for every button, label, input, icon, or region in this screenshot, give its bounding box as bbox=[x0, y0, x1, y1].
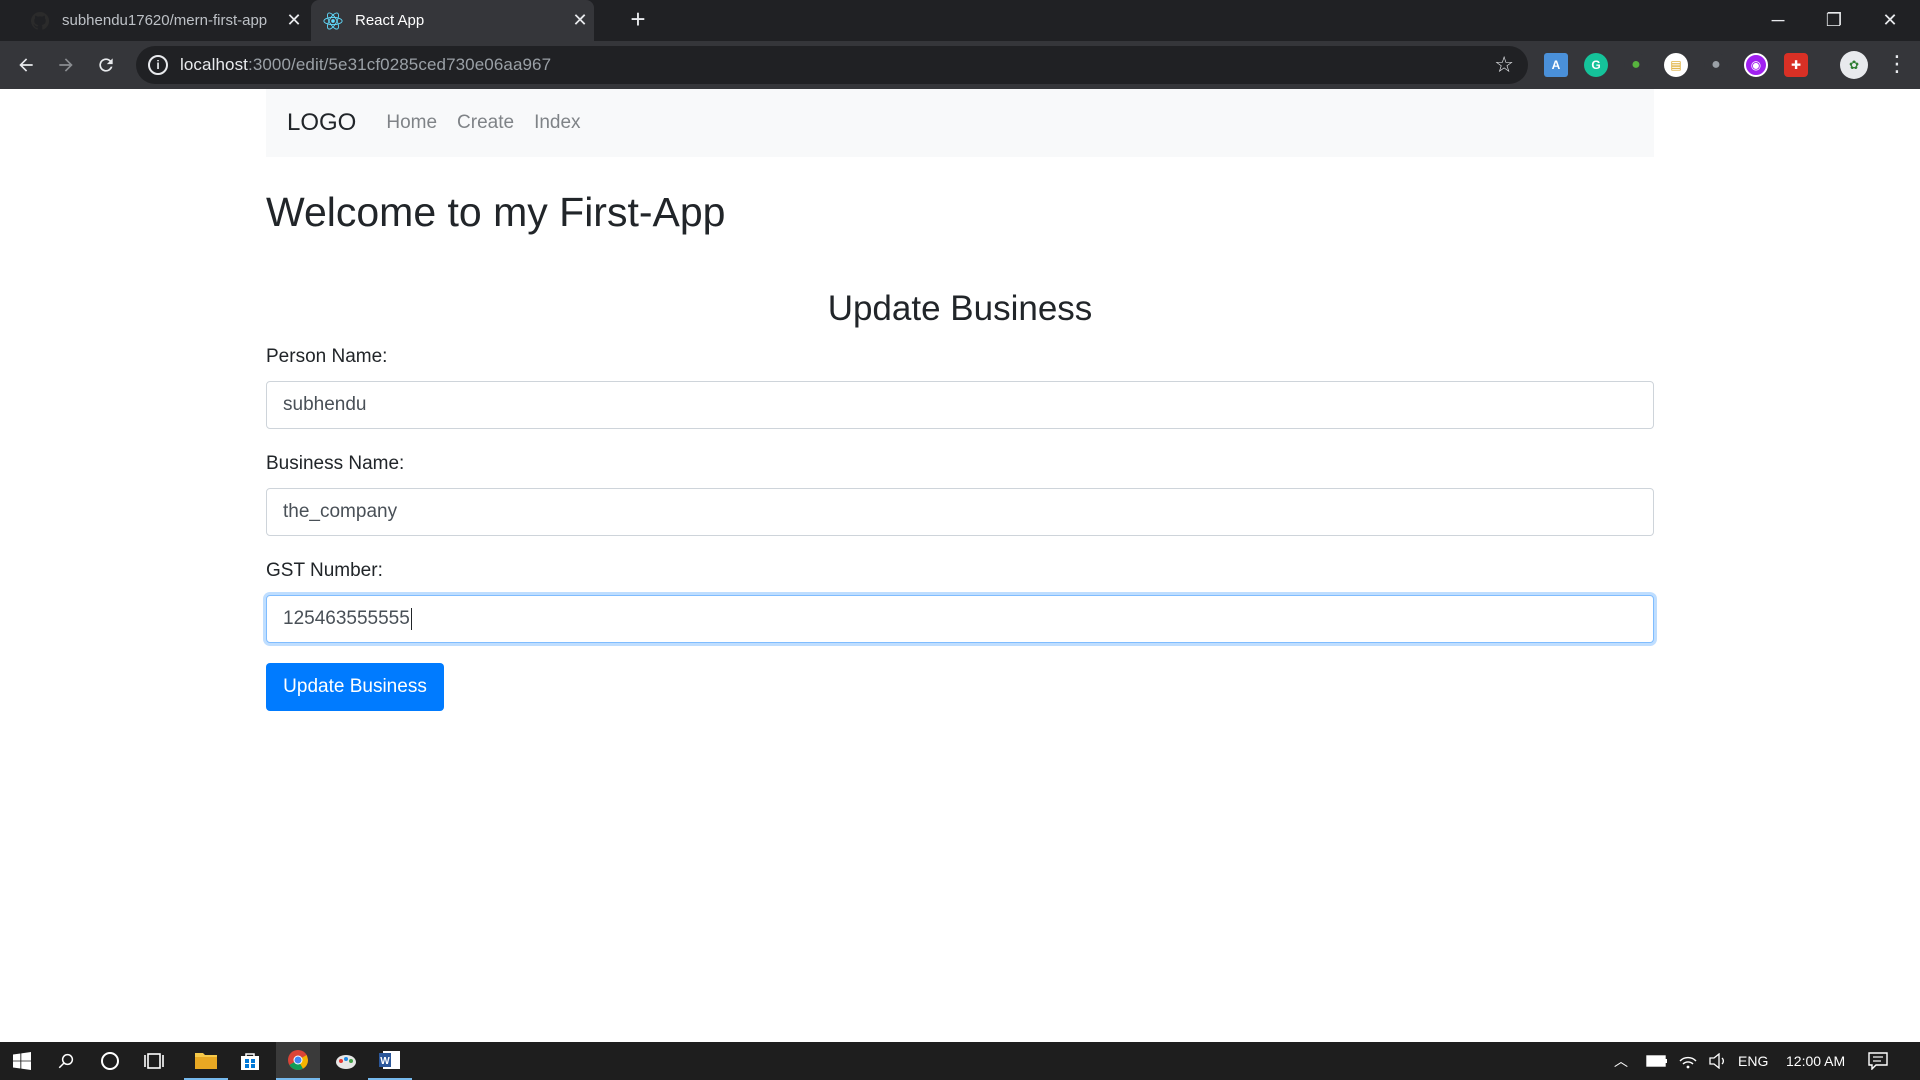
gst-number-input[interactable]: 125463555555 bbox=[266, 595, 1654, 643]
app-navbar: LOGO Home Create Index bbox=[266, 89, 1654, 157]
task-view-icon[interactable] bbox=[132, 1042, 176, 1080]
menu-kebab-icon[interactable]: ⋮ bbox=[1886, 53, 1908, 77]
address-bar[interactable]: i localhost:3000/edit/5e31cf0285ced730e0… bbox=[136, 46, 1528, 84]
browser-tab-react-app[interactable]: React App ✕ bbox=[311, 0, 594, 41]
minimize-icon[interactable]: ─ bbox=[1750, 0, 1806, 41]
bookmark-star-icon[interactable]: ☆ bbox=[1494, 52, 1514, 78]
business-name-input[interactable]: the_company bbox=[266, 488, 1654, 536]
notes-icon[interactable]: ▤ bbox=[1664, 53, 1688, 77]
restore-icon[interactable]: ❐ bbox=[1806, 0, 1862, 41]
browser-toolbar: i localhost:3000/edit/5e31cf0285ced730e0… bbox=[0, 41, 1920, 89]
github-icon bbox=[30, 11, 50, 31]
reload-icon[interactable] bbox=[90, 49, 122, 81]
tab-close-icon[interactable]: ✕ bbox=[566, 10, 594, 31]
chrome-icon[interactable] bbox=[276, 1042, 320, 1080]
battery-icon[interactable] bbox=[1646, 1042, 1668, 1080]
windows-taskbar: W ︿ ENG 12:00 AM bbox=[0, 1042, 1920, 1080]
form-title: Update Business bbox=[827, 289, 1093, 328]
extension-red-icon[interactable]: ✚ bbox=[1784, 53, 1808, 77]
extension-purple-icon[interactable]: ◉ bbox=[1744, 53, 1768, 77]
profile-avatar-icon[interactable]: ✿ bbox=[1840, 51, 1868, 79]
react-icon bbox=[323, 11, 343, 31]
action-center-icon[interactable] bbox=[1868, 1042, 1888, 1080]
new-tab-icon[interactable]: + bbox=[624, 6, 652, 34]
extension-green-icon[interactable]: ● bbox=[1624, 53, 1648, 77]
gst-number-value: 125463555555 bbox=[283, 608, 410, 629]
volume-icon[interactable] bbox=[1708, 1042, 1728, 1080]
person-name-value: subhendu bbox=[283, 394, 367, 415]
paint-icon[interactable] bbox=[324, 1042, 368, 1080]
clock[interactable]: 12:00 AM bbox=[1786, 1042, 1845, 1080]
grammarly-icon[interactable]: G bbox=[1584, 53, 1608, 77]
translate-icon[interactable]: A bbox=[1544, 53, 1568, 77]
show-hidden-icons[interactable]: ︿ bbox=[1614, 1042, 1628, 1080]
mouse-icon[interactable]: ● bbox=[1704, 53, 1728, 77]
back-icon[interactable] bbox=[10, 49, 42, 81]
gst-number-label: GST Number: bbox=[266, 560, 383, 581]
brand-logo[interactable]: LOGO bbox=[287, 109, 356, 137]
cortana-icon[interactable] bbox=[88, 1042, 132, 1080]
text-caret bbox=[410, 608, 412, 630]
svg-text:W: W bbox=[380, 1056, 390, 1067]
window-close-icon[interactable]: ✕ bbox=[1862, 0, 1918, 41]
tab-title: React App bbox=[355, 12, 425, 29]
business-name-label: Business Name: bbox=[266, 453, 405, 474]
nav-link-home[interactable]: Home bbox=[386, 112, 437, 134]
site-info-icon[interactable]: i bbox=[148, 55, 168, 75]
windows-start-icon[interactable] bbox=[0, 1042, 44, 1080]
store-icon[interactable] bbox=[228, 1042, 272, 1080]
tab-title: subhendu17620/mern-first-app bbox=[62, 12, 268, 29]
update-business-button[interactable]: Update Business bbox=[266, 663, 444, 711]
nav-link-index[interactable]: Index bbox=[534, 112, 580, 134]
page-content: LOGO Home Create Index Welcome to my Fir… bbox=[0, 89, 1920, 1042]
wifi-icon[interactable] bbox=[1678, 1042, 1698, 1080]
search-icon[interactable] bbox=[44, 1042, 88, 1080]
person-name-label: Person Name: bbox=[266, 346, 388, 367]
file-explorer-icon[interactable] bbox=[184, 1042, 228, 1080]
forward-icon[interactable] bbox=[50, 49, 82, 81]
browser-tab-github[interactable]: subhendu17620/mern-first-app ✕ bbox=[18, 0, 308, 41]
url-text: localhost:3000/edit/5e31cf0285ced730e06a… bbox=[180, 55, 552, 74]
business-name-value: the_company bbox=[283, 501, 398, 522]
language-indicator[interactable]: ENG bbox=[1738, 1042, 1768, 1080]
nav-link-create[interactable]: Create bbox=[457, 112, 514, 134]
word-icon[interactable]: W bbox=[368, 1042, 412, 1080]
browser-tabstrip: subhendu17620/mern-first-app ✕ React App… bbox=[0, 0, 1920, 41]
tab-close-icon[interactable]: ✕ bbox=[280, 10, 308, 31]
person-name-input[interactable]: subhendu bbox=[266, 381, 1654, 429]
page-title: Welcome to my First-App bbox=[266, 189, 726, 235]
